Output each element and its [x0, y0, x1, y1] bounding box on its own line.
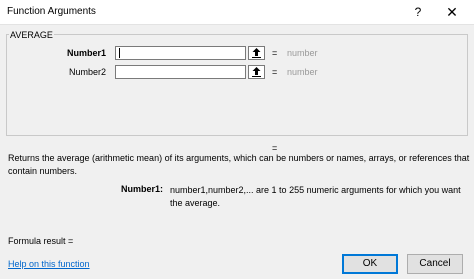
number2-hint: number: [287, 67, 318, 77]
number1-equals: =: [272, 48, 278, 58]
arg-help-text: number1,number2,... are 1 to 255 numeric…: [170, 185, 461, 208]
cancel-button[interactable]: Cancel: [407, 254, 463, 274]
function-description: Returns the average (arithmetic mean) of…: [8, 153, 470, 176]
help-on-function-link[interactable]: Help on this function: [8, 259, 90, 269]
collapse-dialog-icon: [252, 48, 261, 58]
number1-collapse-button[interactable]: [248, 46, 265, 60]
function-name: AVERAGE: [9, 30, 54, 40]
help-button[interactable]: ?: [408, 3, 428, 21]
arg-label-number1: Number1: [66, 48, 106, 58]
collapse-dialog-icon: [252, 67, 261, 77]
number2-collapse-button[interactable]: [248, 65, 265, 79]
number2-input[interactable]: [115, 65, 246, 79]
ok-button[interactable]: OK: [342, 254, 398, 274]
arg-help-name: Number1:: [121, 184, 164, 194]
window-title: Function Arguments: [7, 6, 96, 17]
title-bar: Function Arguments ? ✕: [0, 0, 474, 25]
formula-result: Formula result =: [8, 236, 74, 246]
arg-label-number2: Number2: [68, 67, 106, 77]
text-caret: [119, 48, 120, 58]
number1-input[interactable]: [115, 46, 246, 60]
number2-equals: =: [272, 67, 278, 77]
number1-hint: number: [287, 48, 318, 58]
close-button[interactable]: ✕: [440, 3, 464, 21]
